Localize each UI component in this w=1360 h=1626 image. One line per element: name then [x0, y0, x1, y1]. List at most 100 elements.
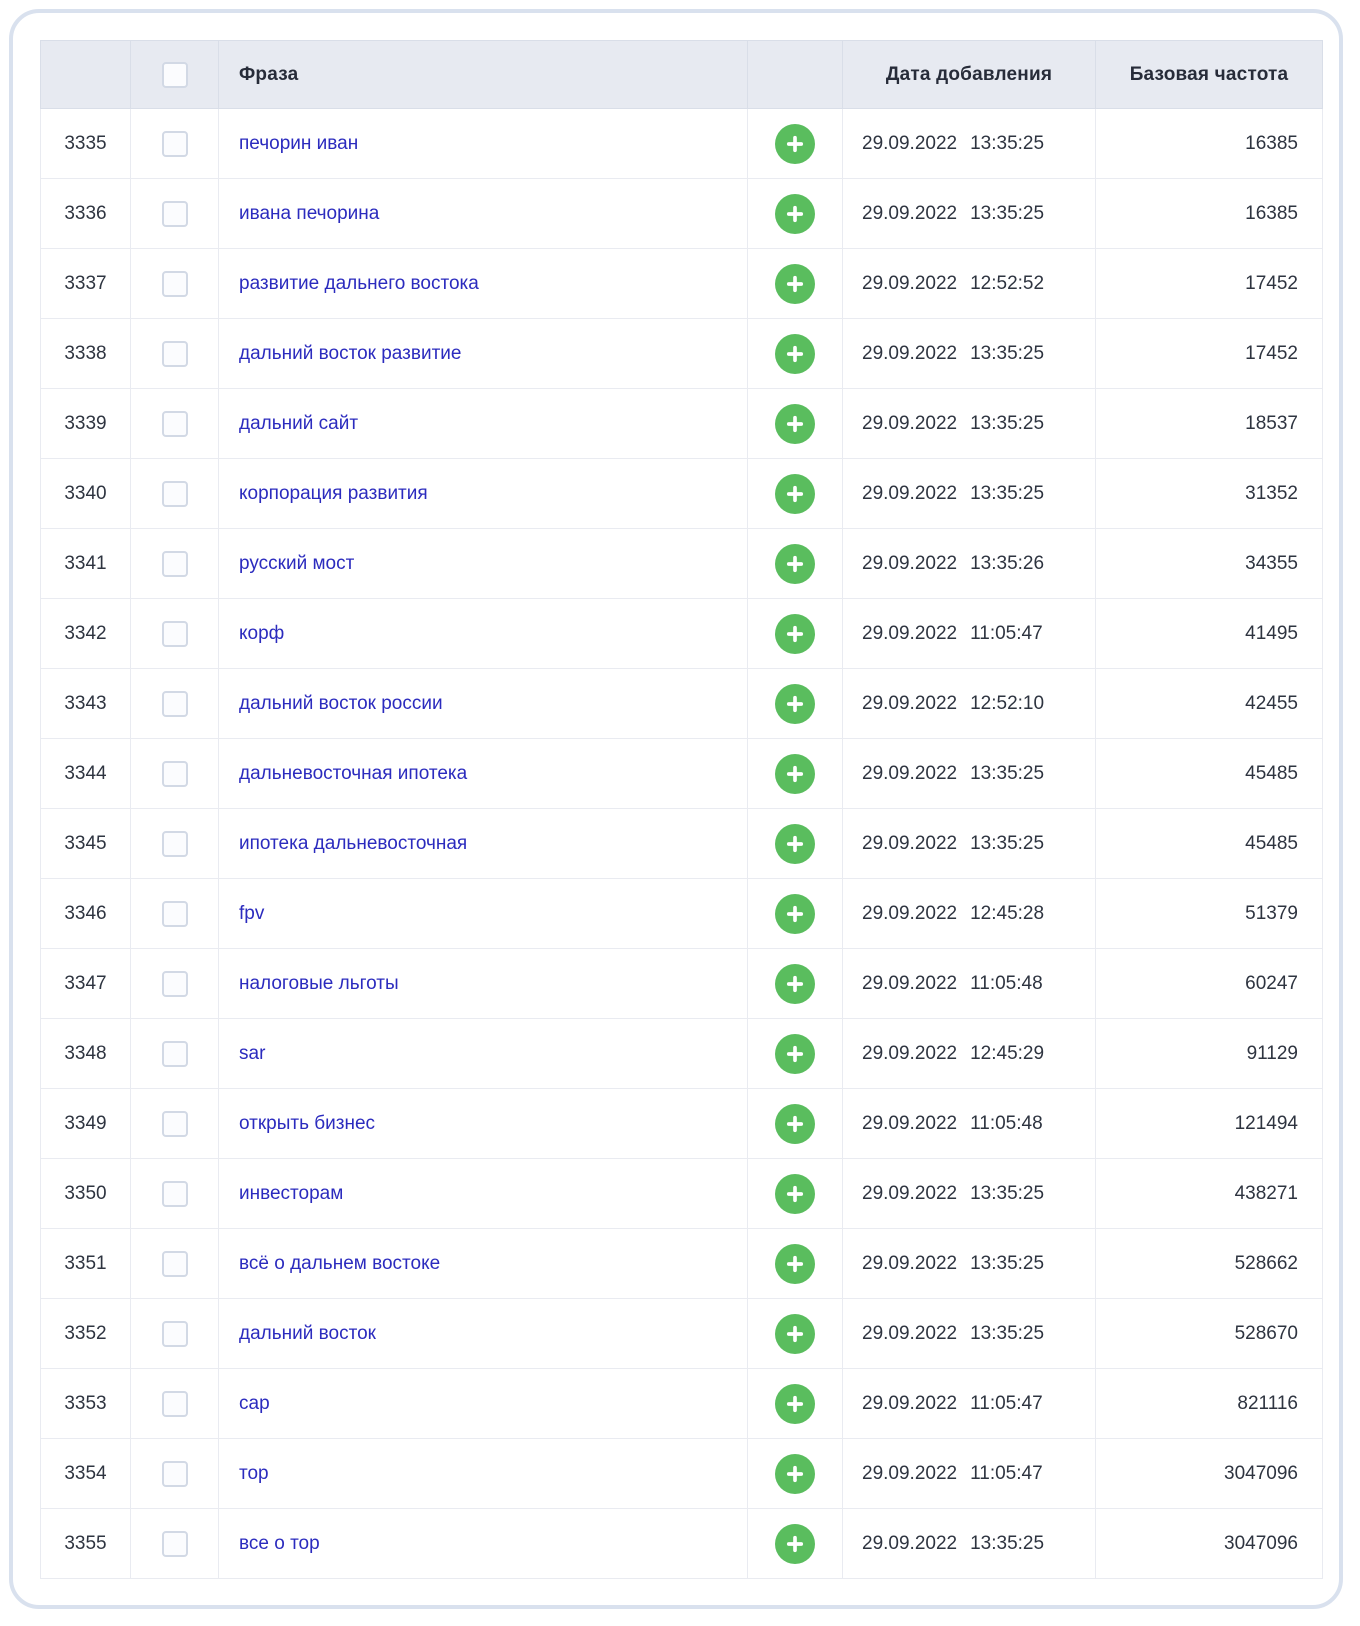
add-phrase-button[interactable]: [775, 824, 815, 864]
phrase-cell: все о тор: [219, 1509, 748, 1579]
plus-icon: [784, 1323, 806, 1345]
select-all-checkbox[interactable]: [162, 62, 188, 88]
row-checkbox[interactable]: [162, 1251, 188, 1277]
table-row: 3336 ивана печорина 29.09.202213:35:25 1…: [41, 179, 1323, 249]
add-phrase-button[interactable]: [775, 124, 815, 164]
phrase-link[interactable]: развитие дальнего востока: [239, 273, 479, 294]
base-frequency-cell: 18537: [1096, 389, 1323, 459]
row-checkbox[interactable]: [162, 1321, 188, 1347]
add-phrase-button[interactable]: [775, 1034, 815, 1074]
base-frequency-cell: 17452: [1096, 249, 1323, 319]
row-checkbox[interactable]: [162, 131, 188, 157]
add-phrase-button[interactable]: [775, 964, 815, 1004]
add-phrase-button[interactable]: [775, 754, 815, 794]
add-phrase-button[interactable]: [775, 1174, 815, 1214]
row-checkbox-cell: [131, 1089, 219, 1159]
add-cell: [748, 459, 843, 529]
row-checkbox[interactable]: [162, 341, 188, 367]
plus-icon: [784, 623, 806, 645]
date-added-cell: 29.09.202213:35:25: [843, 179, 1096, 249]
row-checkbox-cell: [131, 389, 219, 459]
add-phrase-button[interactable]: [775, 404, 815, 444]
header-select-all: [131, 41, 219, 109]
phrase-link[interactable]: sar: [239, 1043, 265, 1064]
phrase-link[interactable]: дальний восток развитие: [239, 343, 461, 364]
row-checkbox[interactable]: [162, 1461, 188, 1487]
plus-icon: [784, 1463, 806, 1485]
base-frequency-cell: 45485: [1096, 739, 1323, 809]
phrase-link[interactable]: русский мост: [239, 553, 354, 574]
row-checkbox-cell: [131, 809, 219, 879]
phrase-link[interactable]: сар: [239, 1393, 270, 1414]
base-frequency-cell: 16385: [1096, 109, 1323, 179]
phrase-cell: ипотека дальневосточная: [219, 809, 748, 879]
phrase-link[interactable]: печорин иван: [239, 133, 358, 154]
phrase-link[interactable]: дальний восток россии: [239, 693, 443, 714]
add-phrase-button[interactable]: [775, 614, 815, 654]
phrase-link[interactable]: дальний восток: [239, 1323, 376, 1344]
phrase-link[interactable]: инвесторам: [239, 1183, 343, 1204]
row-checkbox[interactable]: [162, 621, 188, 647]
row-checkbox[interactable]: [162, 761, 188, 787]
add-phrase-button[interactable]: [775, 194, 815, 234]
phrase-cell: открыть бизнес: [219, 1089, 748, 1159]
add-phrase-button[interactable]: [775, 1244, 815, 1284]
add-phrase-button[interactable]: [775, 264, 815, 304]
date-added-cell: 29.09.202213:35:25: [843, 809, 1096, 879]
table-row: 3342 корф 29.09.202211:05:47 41495: [41, 599, 1323, 669]
time-value: 11:05:48: [970, 973, 1043, 994]
phrase-link[interactable]: все о тор: [239, 1533, 320, 1554]
add-phrase-button[interactable]: [775, 684, 815, 724]
phrase-link[interactable]: тор: [239, 1463, 269, 1484]
phrase-link[interactable]: ивана печорина: [239, 203, 379, 224]
row-checkbox[interactable]: [162, 481, 188, 507]
row-checkbox[interactable]: [162, 1181, 188, 1207]
date-value: 29.09.2022: [862, 1463, 957, 1484]
add-phrase-button[interactable]: [775, 334, 815, 374]
add-phrase-button[interactable]: [775, 1314, 815, 1354]
phrase-link[interactable]: дальний сайт: [239, 413, 358, 434]
phrase-link[interactable]: fpv: [239, 903, 264, 924]
row-checkbox[interactable]: [162, 271, 188, 297]
row-checkbox[interactable]: [162, 971, 188, 997]
base-frequency-cell: 41495: [1096, 599, 1323, 669]
phrase-link[interactable]: налоговые льготы: [239, 973, 399, 994]
add-phrase-button[interactable]: [775, 544, 815, 584]
row-checkbox-cell: [131, 1229, 219, 1299]
add-phrase-button[interactable]: [775, 1384, 815, 1424]
phrase-link[interactable]: ипотека дальневосточная: [239, 833, 467, 854]
row-checkbox[interactable]: [162, 1391, 188, 1417]
phrase-link[interactable]: корф: [239, 623, 284, 644]
phrase-link[interactable]: всё о дальнем востоке: [239, 1253, 440, 1274]
date-value: 29.09.2022: [862, 1393, 957, 1414]
date-added-cell: 29.09.202212:52:52: [843, 249, 1096, 319]
time-value: 11:05:47: [970, 1393, 1043, 1414]
row-checkbox[interactable]: [162, 201, 188, 227]
add-cell: [748, 249, 843, 319]
phrase-link[interactable]: корпорация развития: [239, 483, 428, 504]
row-checkbox[interactable]: [162, 551, 188, 577]
add-phrase-button[interactable]: [775, 474, 815, 514]
row-checkbox[interactable]: [162, 691, 188, 717]
add-cell: [748, 739, 843, 809]
row-number: 3342: [41, 599, 131, 669]
add-phrase-button[interactable]: [775, 894, 815, 934]
add-phrase-button[interactable]: [775, 1524, 815, 1564]
row-checkbox[interactable]: [162, 1111, 188, 1137]
row-checkbox[interactable]: [162, 1531, 188, 1557]
row-checkbox[interactable]: [162, 1041, 188, 1067]
row-checkbox-cell: [131, 1019, 219, 1089]
phrase-link[interactable]: дальневосточная ипотека: [239, 763, 467, 784]
row-checkbox[interactable]: [162, 831, 188, 857]
add-phrase-button[interactable]: [775, 1454, 815, 1494]
phrase-cell: fpv: [219, 879, 748, 949]
add-cell: [748, 879, 843, 949]
row-checkbox-cell: [131, 109, 219, 179]
date-value: 29.09.2022: [862, 1183, 957, 1204]
add-phrase-button[interactable]: [775, 1104, 815, 1144]
phrase-link[interactable]: открыть бизнес: [239, 1113, 375, 1134]
row-checkbox[interactable]: [162, 411, 188, 437]
row-checkbox[interactable]: [162, 901, 188, 927]
keywords-table-card: Фраза Дата добавления Базовая частота 33…: [9, 9, 1343, 1609]
base-frequency-cell: 31352: [1096, 459, 1323, 529]
